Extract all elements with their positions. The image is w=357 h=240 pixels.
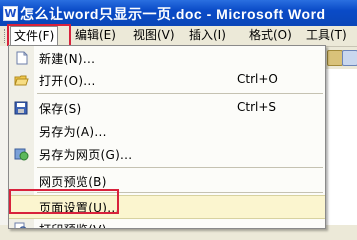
menu-item-open[interactable]: 打开(O)... Ctrl+O [9, 69, 325, 91]
save-as-web-icon [14, 148, 29, 161]
title-bar: W 怎么让word只显示一页.doc - Microsoft Word [0, 0, 357, 26]
menu-item-print-preview[interactable]: 打印预览(V) [9, 218, 325, 228]
menu-item-label: 另存为(A)... [39, 125, 107, 139]
word-app-icon[interactable]: W [3, 6, 18, 21]
menu-bar: 文件(F) 编辑(E) 视图(V) 插入(I) 格式(O) 工具(T) [0, 26, 357, 47]
menu-separator [37, 167, 323, 168]
menu-item-web-preview[interactable]: 网页预览(B) [9, 170, 325, 192]
menu-item-shortcut: Ctrl+O [237, 72, 278, 86]
open-folder-icon [14, 75, 29, 86]
menu-item-save-as[interactable]: 另存为(A)... [9, 120, 325, 142]
menu-item-shortcut: Ctrl+S [237, 100, 277, 114]
save-disk-icon [14, 101, 28, 115]
menu-tools[interactable]: 工具(T) [303, 27, 350, 44]
menu-separator [37, 192, 323, 193]
menu-item-page-setup[interactable]: 页面设置(U)... [9, 195, 325, 219]
toolbar-tool-icon[interactable] [342, 50, 357, 66]
new-document-icon [16, 51, 28, 65]
menu-item-label: 新建(N)... [39, 52, 96, 66]
menu-insert[interactable]: 插入(I) [186, 27, 229, 44]
format-painter-icon[interactable] [327, 50, 343, 66]
menu-item-label: 保存(S) [39, 102, 82, 116]
menu-item-save[interactable]: 保存(S) Ctrl+S [9, 97, 325, 119]
menu-item-label: 打印预览(V) [39, 221, 107, 228]
menu-item-save-as-web[interactable]: 另存为网页(G)... [9, 143, 325, 165]
menu-item-label: 网页预览(B) [39, 175, 107, 189]
menu-view[interactable]: 视图(V) [130, 27, 178, 44]
menu-format[interactable]: 格式(O) [246, 27, 295, 44]
toolbar-strip [325, 47, 357, 69]
file-menu-dropdown: 新建(N)... 打开(O)... Ctrl+O 保存(S) Ctrl+S 另存… [8, 45, 326, 229]
menu-item-new[interactable]: 新建(N)... [9, 47, 325, 69]
document-area[interactable] [325, 69, 357, 225]
menu-item-label: 打开(O)... [39, 74, 96, 88]
menu-item-label: 另存为网页(G)... [39, 148, 133, 162]
menu-file[interactable]: 文件(F) [10, 26, 59, 46]
menu-item-label: 页面设置(U)... [39, 201, 120, 215]
menu-edit[interactable]: 编辑(E) [72, 27, 119, 44]
print-preview-icon [14, 222, 27, 228]
menubar-grip[interactable] [4, 29, 9, 43]
menu-separator [37, 93, 323, 94]
window-title: 怎么让word只显示一页.doc - Microsoft Word [20, 6, 326, 22]
